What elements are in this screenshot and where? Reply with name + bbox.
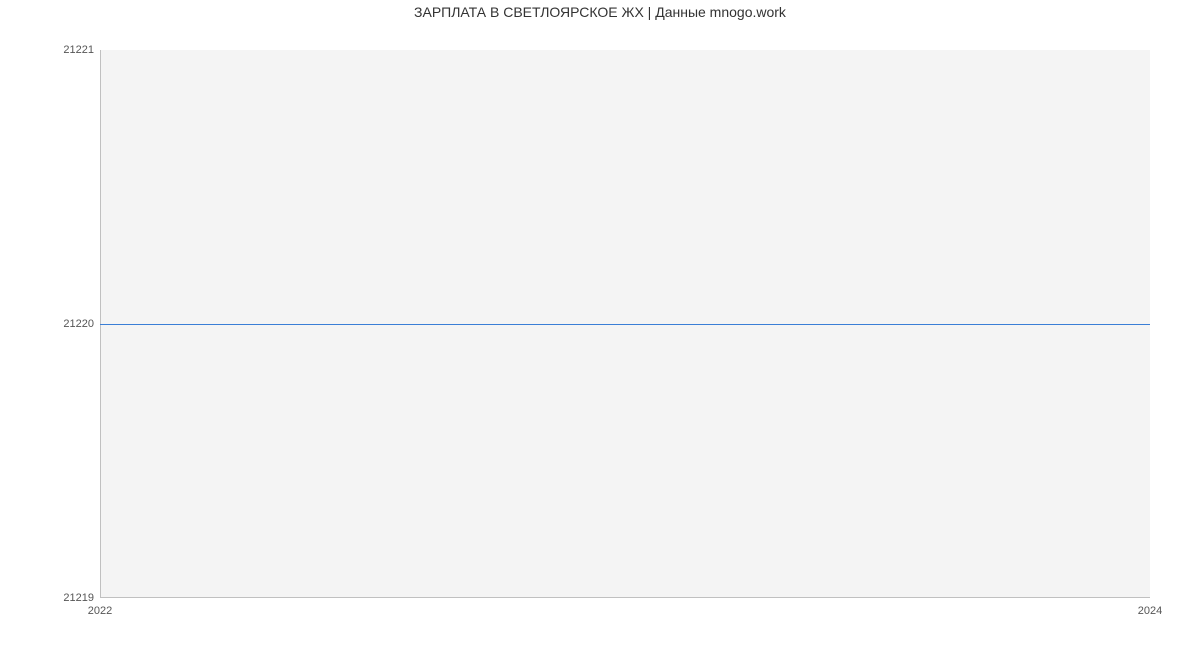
y-tick-label: 21220 [4, 318, 94, 330]
series-line [100, 324, 1150, 325]
salary-chart: ЗАРПЛАТА В СВЕТЛОЯРСКОЕ ЖХ | Данные mnog… [0, 0, 1200, 650]
x-tick-label: 2022 [88, 605, 112, 617]
y-tick-label: 21221 [4, 44, 94, 56]
y-tick-label: 21219 [4, 592, 94, 604]
x-tick-label: 2024 [1138, 605, 1162, 617]
chart-title: ЗАРПЛАТА В СВЕТЛОЯРСКОЕ ЖХ | Данные mnog… [0, 4, 1200, 20]
